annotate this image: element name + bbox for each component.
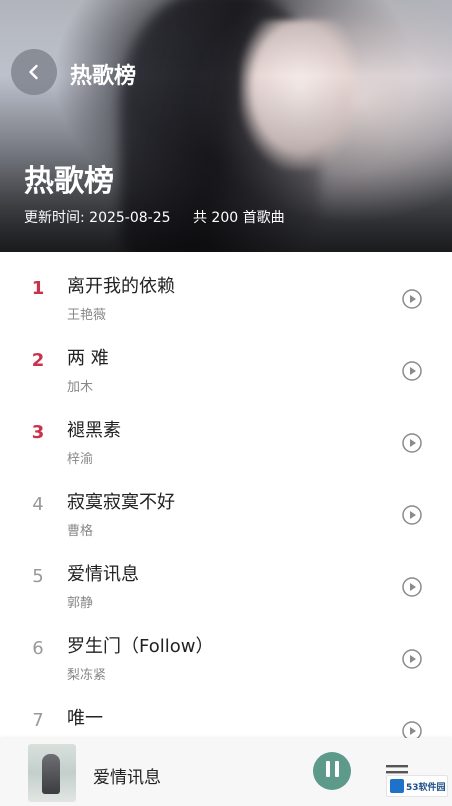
song-count: 共 200 首歌曲 [192,210,285,226]
song-row[interactable]: 7 唯一 [0,684,452,738]
play-circle-icon[interactable] [401,576,423,598]
song-rank: 2 [31,350,45,371]
play-circle-icon[interactable] [401,720,423,738]
song-artist: 曹格 [67,524,94,539]
play-circle-icon[interactable] [401,648,423,670]
song-title: 两 难 [67,348,109,369]
now-playing-title: 爱情讯息 [93,768,161,788]
song-row[interactable]: 6 罗生门（Follow） 梨冻紧 [0,612,452,684]
song-title: 寂寞寂寞不好 [67,492,175,513]
song-rank: 4 [32,494,44,515]
song-rank: 5 [32,566,44,587]
song-rank: 1 [31,278,45,299]
song-artist: 梨冻紧 [67,668,107,683]
song-title: 唯一 [67,708,103,729]
album-art-figure [42,754,60,794]
play-circle-icon[interactable] [401,360,423,382]
play-circle-icon[interactable] [401,432,423,454]
song-artist: 梓渝 [67,452,94,467]
song-row[interactable]: 4 寂寞寂寞不好 曹格 [0,468,452,540]
nav-title: 热歌榜 [70,64,137,89]
album-art[interactable] [28,744,76,802]
back-icon [29,64,38,80]
back-button[interactable] [11,49,57,95]
chart-header: 热歌榜 热歌榜 更新时间: 2025-08-25 共 200 首歌曲 [0,0,452,252]
song-title: 褪黑素 [67,420,121,441]
song-rank: 3 [31,422,45,443]
song-rank: 6 [32,638,44,659]
chart-meta: 更新时间: 2025-08-25 共 200 首歌曲 [24,207,285,227]
song-title: 罗生门（Follow） [67,636,214,657]
mini-player[interactable]: 爱情讯息 [0,738,452,806]
song-artist: 王艳薇 [67,308,107,323]
song-title: 离开我的依赖 [67,276,175,297]
song-row[interactable]: 3 褪黑素 梓渝 [0,396,452,468]
song-row[interactable]: 1 离开我的依赖 王艳薇 [0,252,452,324]
song-artist: 加木 [67,380,94,395]
song-artist: 郭静 [67,596,94,611]
update-time: 更新时间: 2025-08-25 [24,210,171,226]
song-row[interactable]: 2 两 难 加木 [0,324,452,396]
pause-icon [323,761,341,781]
page-title: 热歌榜 [24,164,114,199]
watermark: 53软件园 [386,775,448,797]
song-title: 爱情讯息 [67,564,139,585]
watermark-logo-icon [390,779,404,793]
pause-button[interactable] [313,752,351,790]
song-row[interactable]: 5 爱情讯息 郭静 [0,540,452,612]
play-circle-icon[interactable] [401,288,423,310]
watermark-text: 53软件园 [406,782,446,793]
song-list[interactable]: 1 离开我的依赖 王艳薇 2 两 难 加木 3 褪黑素 梓渝 4 寂寞寂寞不好 … [0,252,452,738]
song-rank: 7 [32,710,44,731]
play-circle-icon[interactable] [401,504,423,526]
